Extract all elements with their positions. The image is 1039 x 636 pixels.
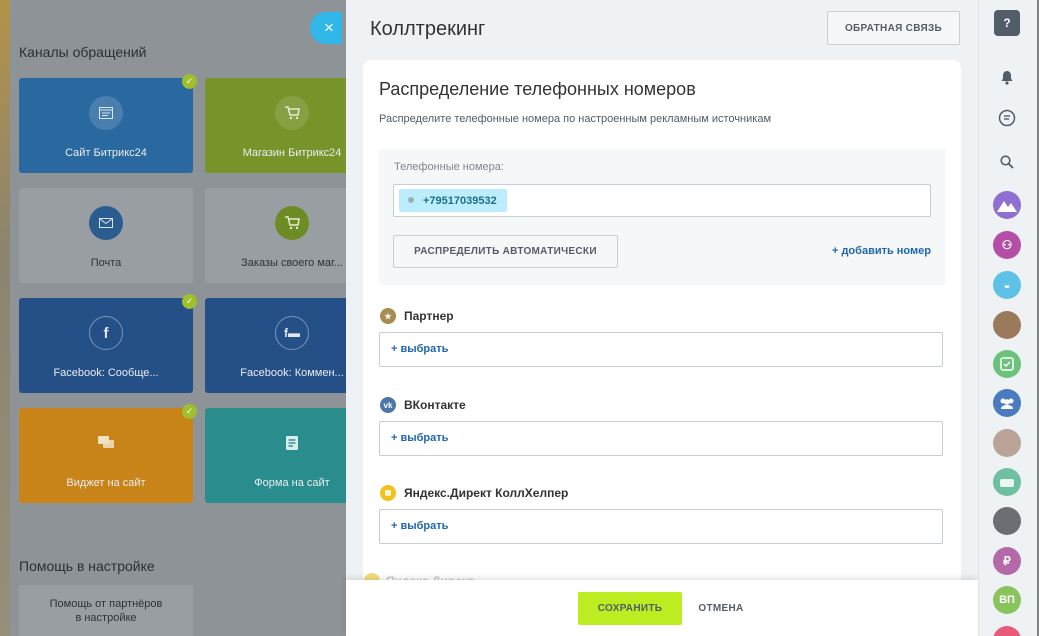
user-avatar-photo[interactable] xyxy=(993,507,1021,535)
source-select-field[interactable]: + выбрать xyxy=(379,332,943,367)
tile-label: Сайт Битрикс24 xyxy=(65,147,147,159)
check-icon: ✓ xyxy=(182,74,197,89)
distribution-card: Распределение телефонных номеров Распред… xyxy=(363,60,961,636)
feedback-button[interactable]: ОБРАТНАЯ СВЯЗЬ xyxy=(827,11,960,45)
card-description: Распределите телефонные номера по настро… xyxy=(379,113,772,125)
messages-icon[interactable] xyxy=(993,104,1021,132)
mail-icon xyxy=(89,206,123,240)
tile-facebook-messages[interactable]: f Facebook: Сообще... ✓ xyxy=(19,294,197,393)
help-tile-line1: Помощь от партнёров xyxy=(49,598,163,610)
phone-numbers-input[interactable]: +79517039532 xyxy=(393,184,931,217)
window-icon xyxy=(89,96,123,130)
cancel-button[interactable]: ОТМЕНА xyxy=(696,592,746,625)
save-button[interactable]: СОХРАНИТЬ xyxy=(578,592,682,625)
user-avatar-photo[interactable] xyxy=(993,429,1021,457)
cart-icon xyxy=(275,206,309,240)
tile-site[interactable]: Сайт Битрикс24 ✓ xyxy=(19,74,197,173)
phone-numbers-label: Телефонные номера: xyxy=(394,161,504,173)
source-partner: ★ Партнер + выбрать xyxy=(379,306,943,367)
close-icon: × xyxy=(324,18,334,37)
right-sidebar: ? ⚇ ◒ ₽ ВП xyxy=(978,0,1039,636)
slider-title: Коллтрекинг xyxy=(370,18,486,40)
tile-label: Facebook: Сообще... xyxy=(53,367,159,379)
select-link[interactable]: + выбрать xyxy=(391,432,448,444)
calltracking-slider: Коллтрекинг ОБРАТНАЯ СВЯЗЬ Распределение… xyxy=(346,0,978,636)
tile-label: Почта xyxy=(90,257,122,269)
check-icon: ✓ xyxy=(182,404,197,419)
tile-mail[interactable]: Почта xyxy=(19,188,193,283)
help-tile-line2: в настройке xyxy=(75,612,137,624)
check-icon: ✓ xyxy=(182,294,197,309)
chat-avatar-bird[interactable]: ◒ xyxy=(993,271,1021,299)
phone-number-tag[interactable]: +79517039532 xyxy=(399,189,507,212)
background-edge-gradient xyxy=(0,0,10,636)
source-select-field[interactable]: + выбрать xyxy=(379,421,943,456)
ruble-icon[interactable]: ₽ xyxy=(993,547,1021,575)
slider-footer: СОХРАНИТЬ ОТМЕНА xyxy=(346,580,978,636)
phone-number-value: +79517039532 xyxy=(423,194,497,207)
select-link[interactable]: + выбрать xyxy=(391,520,448,532)
search-icon[interactable] xyxy=(995,150,1019,174)
phone-numbers-box: Телефонные номера: +79517039532 РАСПРЕДЕ… xyxy=(379,149,945,285)
chat-icon xyxy=(89,426,123,460)
select-link[interactable]: + выбрать xyxy=(391,343,448,355)
phone-tag-dot xyxy=(408,197,414,203)
source-select-field[interactable]: + выбрать xyxy=(379,509,943,544)
channels-title: Каналы обращений xyxy=(19,44,147,60)
chat-avatar-mountain[interactable] xyxy=(993,191,1021,219)
card-title: Распределение телефонных номеров xyxy=(379,79,696,99)
chat-avatar-group[interactable]: ⚇ xyxy=(993,231,1021,259)
vk-icon: vk xyxy=(380,397,396,413)
help-tile-partners[interactable]: Помощь от партнёров в настройке xyxy=(19,585,193,636)
source-yandex-callhelper: Яндекс.Директ КоллХелпер + выбрать xyxy=(379,483,943,544)
cart-icon xyxy=(275,96,309,130)
group-chat-icon[interactable] xyxy=(993,389,1021,417)
source-vkontakte: vk ВКонтакте + выбрать xyxy=(379,395,943,456)
chat-avatar-gift[interactable] xyxy=(993,468,1021,496)
tile-widget[interactable]: Виджет на сайт ✓ xyxy=(19,404,197,503)
close-slider-button[interactable]: × xyxy=(310,12,342,44)
source-name: Партнер xyxy=(404,309,454,323)
source-name: Яндекс.Директ КоллХелпер xyxy=(404,486,569,500)
bell-icon[interactable] xyxy=(993,63,1021,91)
facebook-icon: f xyxy=(89,316,123,350)
add-number-link[interactable]: + добавить номер xyxy=(832,245,931,257)
star-icon: ★ xyxy=(380,308,396,324)
yandex-icon xyxy=(380,485,396,501)
help-title: Помощь в настройке xyxy=(19,558,155,574)
distribute-automatically-button[interactable]: РАСПРЕДЕЛИТЬ АВТОМАТИЧЕСКИ xyxy=(393,235,618,268)
source-name: ВКонтакте xyxy=(404,398,466,412)
facebook-comments-icon: f▬ xyxy=(275,316,309,350)
chat-avatar-partial[interactable] xyxy=(993,626,1021,636)
tile-label: Виджет на сайт xyxy=(66,477,146,489)
tasks-icon[interactable] xyxy=(993,350,1021,378)
form-icon xyxy=(275,426,309,460)
help-icon[interactable]: ? xyxy=(994,10,1020,36)
user-avatar-photo[interactable] xyxy=(993,311,1021,339)
user-avatar-initials[interactable]: ВП xyxy=(993,586,1021,614)
